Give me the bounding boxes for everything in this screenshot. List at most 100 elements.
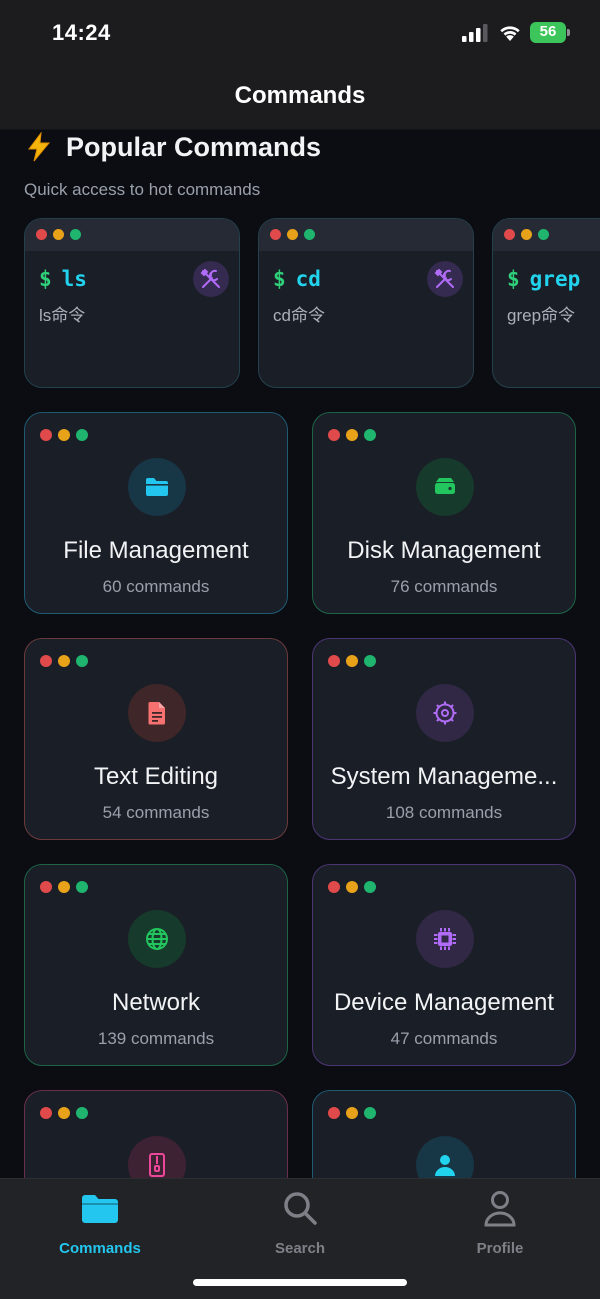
category-card-network[interactable]: Network 139 commands (24, 864, 288, 1066)
command-name: $ cd (273, 267, 321, 291)
category-title: Disk Management (347, 537, 541, 564)
category-card-device-management[interactable]: Device Management 47 commands (312, 864, 576, 1066)
window-dot-green (76, 881, 88, 893)
window-dot-yellow (346, 655, 358, 667)
command-description: grep命令 (507, 306, 576, 325)
window-dot-green (364, 1107, 376, 1119)
window-dot-yellow (287, 229, 298, 240)
settings-gear-icon (416, 684, 474, 742)
category-count: 139 commands (97, 1029, 215, 1048)
window-dot-red (328, 1107, 340, 1119)
tools-icon (193, 261, 229, 297)
card-window-bar (259, 219, 473, 251)
nav-bar: Commands (0, 64, 600, 130)
chip-icon (416, 910, 474, 968)
popular-section-subtitle: Quick access to hot commands (24, 180, 261, 199)
command-card-ls[interactable]: $ ls ls命令 (24, 218, 240, 388)
window-dot-green (70, 229, 81, 240)
category-count: 54 commands (102, 803, 210, 822)
signal-icon (462, 24, 488, 42)
tab-label: Search (274, 1240, 326, 1257)
window-dot-red (328, 429, 340, 441)
popular-section-title: Popular Commands (66, 131, 322, 162)
window-dot-yellow (346, 1107, 358, 1119)
category-title: Text Editing (93, 763, 219, 790)
wifi-icon (500, 26, 520, 41)
prompt-symbol: $ (273, 267, 286, 291)
document-icon (128, 684, 186, 742)
window-dot-red (328, 881, 340, 893)
profile-icon (484, 1191, 516, 1227)
window-dot-red (40, 655, 52, 667)
archive-icon (128, 1136, 186, 1178)
globe-icon (128, 910, 186, 968)
window-dot-yellow (58, 429, 70, 441)
folder-icon (82, 1195, 118, 1223)
prompt-symbol: $ (507, 267, 520, 291)
battery-level: 56 (539, 23, 557, 40)
window-dot-yellow (58, 1107, 70, 1119)
window-dot-red (40, 1107, 52, 1119)
window-dot-green (538, 229, 549, 240)
lightning-bolt-icon (28, 132, 51, 162)
command-text: cd (295, 267, 321, 291)
window-dot-green (76, 1107, 88, 1119)
card-window-bar (493, 219, 600, 251)
window-dot-green (364, 655, 376, 667)
command-card-cd[interactable]: $ cd cd命令 (258, 218, 474, 388)
window-dot-green (76, 655, 88, 667)
window-dot-yellow (521, 229, 532, 240)
main-content[interactable]: Popular Commands Quick access to hot com… (0, 130, 600, 1178)
folder-icon (128, 458, 186, 516)
window-dot-green (364, 429, 376, 441)
category-card-system-management[interactable]: System Manageme... 108 commands (312, 638, 576, 840)
page-title: Commands (234, 82, 366, 109)
category-count: 108 commands (385, 803, 503, 822)
window-dot-green (304, 229, 315, 240)
window-dot-yellow (346, 429, 358, 441)
category-card-file-management[interactable]: File Management 60 commands (24, 412, 288, 614)
command-description: ls命令 (39, 306, 86, 325)
window-dot-yellow (53, 229, 64, 240)
window-dot-yellow (58, 655, 70, 667)
window-dot-yellow (346, 881, 358, 893)
tab-commands[interactable]: Commands (0, 1189, 200, 1261)
card-window-bar (25, 219, 239, 251)
category-title: Network (111, 989, 201, 1016)
category-title: Device Management (333, 989, 555, 1016)
window-dot-red (40, 429, 52, 441)
command-card-grep[interactable]: $ grep grep命令 (492, 218, 600, 388)
window-dot-green (76, 429, 88, 441)
window-dot-green (364, 881, 376, 893)
category-title: System Manageme... (330, 763, 558, 790)
command-name: $ ls (39, 267, 87, 291)
popular-section-header: Popular Commands (24, 130, 321, 164)
command-text: grep (529, 267, 581, 291)
tab-label: Profile (476, 1240, 524, 1257)
category-count: 76 commands (390, 577, 498, 596)
search-icon (284, 1192, 317, 1225)
window-dot-red (40, 881, 52, 893)
category-count: 47 commands (390, 1029, 498, 1048)
home-indicator[interactable] (193, 1279, 407, 1286)
tab-profile[interactable]: Profile (400, 1189, 600, 1261)
window-dot-yellow (58, 881, 70, 893)
command-description: cd命令 (273, 306, 325, 325)
tab-label: Commands (59, 1240, 141, 1257)
tools-icon (427, 261, 463, 297)
prompt-symbol: $ (39, 267, 52, 291)
category-card-archive[interactable] (24, 1090, 288, 1178)
command-name: $ grep (507, 267, 580, 291)
window-dot-red (270, 229, 281, 240)
window-dot-red (328, 655, 340, 667)
command-text: ls (61, 267, 87, 291)
category-card-user[interactable] (312, 1090, 576, 1178)
window-dot-red (504, 229, 515, 240)
status-time: 14:24 (52, 20, 111, 45)
window-dot-red (36, 229, 47, 240)
category-card-disk-management[interactable]: Disk Management 76 commands (312, 412, 576, 614)
tab-search[interactable]: Search (200, 1189, 400, 1261)
category-count: 60 commands (102, 577, 210, 596)
status-bar: 14:24 56 (0, 0, 600, 64)
category-card-text-editing[interactable]: Text Editing 54 commands (24, 638, 288, 840)
